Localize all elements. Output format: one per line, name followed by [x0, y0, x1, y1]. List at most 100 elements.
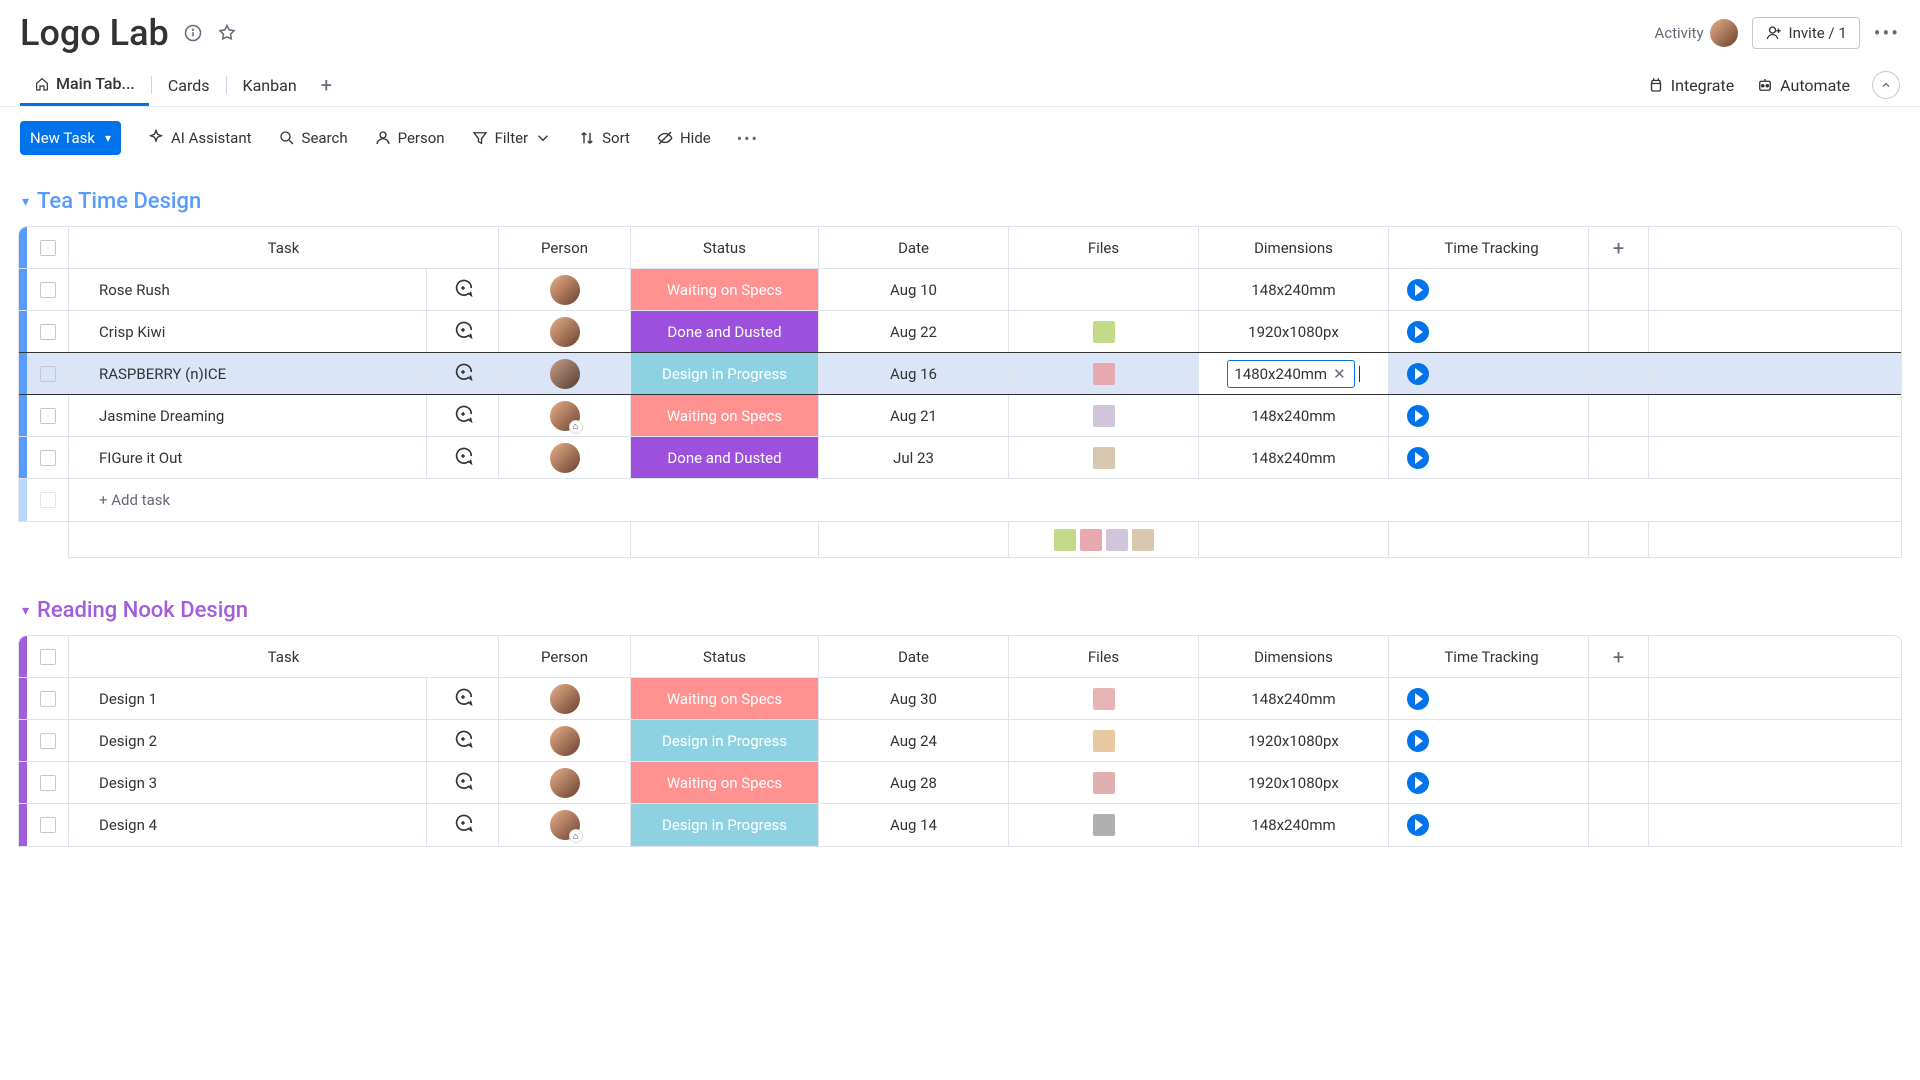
date-cell[interactable]: Aug 30	[819, 678, 1009, 719]
play-button[interactable]	[1407, 363, 1429, 385]
play-button[interactable]	[1407, 447, 1429, 469]
col-status[interactable]: Status	[631, 636, 819, 677]
col-date[interactable]: Date	[819, 227, 1009, 268]
group-header[interactable]: ▾ Tea Time Design	[18, 179, 1902, 226]
date-cell[interactable]: Aug 22	[819, 311, 1009, 352]
dimensions-value[interactable]: 148x240mm	[1251, 690, 1335, 708]
activity-button[interactable]: Activity	[1654, 19, 1737, 47]
date-cell[interactable]: Aug 14	[819, 804, 1009, 846]
open-row-icon[interactable]	[452, 686, 474, 712]
task-name-cell[interactable]: Design 2	[69, 720, 427, 761]
tab-cards[interactable]: Cards	[154, 66, 224, 105]
person-avatar[interactable]	[550, 684, 580, 714]
integrate-button[interactable]: Integrate	[1647, 76, 1734, 95]
add-task-button[interactable]: + Add task	[69, 479, 1901, 521]
file-thumb[interactable]	[1093, 363, 1115, 385]
checkbox-all[interactable]	[40, 649, 56, 665]
tab-main[interactable]: Main Tab...	[20, 64, 149, 106]
search-button[interactable]: Search	[278, 129, 348, 147]
col-dimensions[interactable]: Dimensions	[1199, 636, 1389, 677]
row-checkbox[interactable]	[40, 733, 56, 749]
dimensions-value[interactable]: 148x240mm	[1251, 816, 1335, 834]
date-cell[interactable]: Aug 16	[819, 353, 1009, 394]
checkbox-all[interactable]	[40, 240, 56, 256]
col-files[interactable]: Files	[1009, 636, 1199, 677]
status-badge[interactable]: Design in Progress	[631, 720, 818, 761]
date-cell[interactable]: Aug 21	[819, 395, 1009, 436]
row-checkbox[interactable]	[40, 324, 56, 340]
open-row-icon[interactable]	[452, 361, 474, 387]
dimensions-value[interactable]: 148x240mm	[1251, 407, 1335, 425]
date-cell[interactable]: Aug 28	[819, 762, 1009, 803]
col-dimensions[interactable]: Dimensions	[1199, 227, 1389, 268]
person-avatar[interactable]	[550, 317, 580, 347]
col-status[interactable]: Status	[631, 227, 819, 268]
open-row-icon[interactable]	[452, 812, 474, 838]
row-checkbox[interactable]	[40, 775, 56, 791]
file-thumb[interactable]	[1093, 772, 1115, 794]
row-checkbox[interactable]	[40, 282, 56, 298]
info-icon[interactable]	[183, 23, 203, 43]
date-cell[interactable]: Aug 24	[819, 720, 1009, 761]
col-person[interactable]: Person	[499, 227, 631, 268]
col-tracking[interactable]: Time Tracking	[1389, 227, 1589, 268]
open-row-icon[interactable]	[452, 319, 474, 345]
play-button[interactable]	[1407, 814, 1429, 836]
ai-assistant-button[interactable]: AI Assistant	[147, 129, 252, 147]
person-avatar[interactable]	[550, 359, 580, 389]
person-avatar[interactable]	[550, 443, 580, 473]
dimensions-value[interactable]: 148x240mm	[1251, 449, 1335, 467]
add-column-button[interactable]: +	[1589, 227, 1649, 268]
dimensions-value[interactable]: 1920x1080px	[1248, 774, 1339, 792]
open-row-icon[interactable]	[452, 403, 474, 429]
filter-button[interactable]: Filter	[471, 129, 553, 147]
play-button[interactable]	[1407, 772, 1429, 794]
row-checkbox[interactable]	[40, 408, 56, 424]
group-header[interactable]: ▾ Reading Nook Design	[18, 588, 1902, 635]
star-icon[interactable]	[217, 23, 237, 43]
task-name-cell[interactable]: RASPBERRY (n)ICE	[69, 353, 427, 394]
toolbar-more-icon[interactable]: •••	[737, 129, 759, 148]
task-name-cell[interactable]: FIGure it Out	[69, 437, 427, 478]
invite-button[interactable]: Invite / 1	[1752, 17, 1860, 49]
person-filter-button[interactable]: Person	[374, 129, 445, 147]
status-badge[interactable]: Waiting on Specs	[631, 762, 818, 803]
task-name-cell[interactable]: Rose Rush	[69, 269, 427, 310]
date-cell[interactable]: Jul 23	[819, 437, 1009, 478]
file-thumb[interactable]	[1106, 529, 1128, 551]
open-row-icon[interactable]	[452, 445, 474, 471]
status-badge[interactable]: Done and Dusted	[631, 311, 818, 352]
automate-button[interactable]: Automate	[1756, 76, 1850, 95]
row-checkbox[interactable]	[40, 691, 56, 707]
col-task[interactable]: Task	[69, 636, 499, 677]
file-thumb[interactable]	[1093, 447, 1115, 469]
new-task-button[interactable]: New Task ▾	[20, 121, 121, 155]
task-name-cell[interactable]: Crisp Kiwi	[69, 311, 427, 352]
sort-button[interactable]: Sort	[578, 129, 630, 147]
status-badge[interactable]: Done and Dusted	[631, 437, 818, 478]
person-avatar[interactable]: ⌂	[550, 401, 580, 431]
file-thumb[interactable]	[1093, 688, 1115, 710]
play-button[interactable]	[1407, 688, 1429, 710]
open-row-icon[interactable]	[452, 770, 474, 796]
clear-icon[interactable]: ✕	[1331, 365, 1348, 383]
play-button[interactable]	[1407, 405, 1429, 427]
person-avatar[interactable]: ⌂	[550, 810, 580, 840]
status-badge[interactable]: Waiting on Specs	[631, 395, 818, 436]
dimensions-value[interactable]: 148x240mm	[1251, 281, 1335, 299]
status-badge[interactable]: Waiting on Specs	[631, 269, 818, 310]
row-checkbox[interactable]	[40, 366, 56, 382]
status-badge[interactable]: Design in Progress	[631, 353, 818, 394]
date-cell[interactable]: Aug 10	[819, 269, 1009, 310]
add-column-button[interactable]: +	[1589, 636, 1649, 677]
open-row-icon[interactable]	[452, 277, 474, 303]
file-thumb[interactable]	[1093, 321, 1115, 343]
file-thumb[interactable]	[1093, 730, 1115, 752]
status-badge[interactable]: Design in Progress	[631, 804, 818, 846]
dimensions-value[interactable]: 1920x1080px	[1248, 732, 1339, 750]
person-avatar[interactable]	[550, 726, 580, 756]
col-person[interactable]: Person	[499, 636, 631, 677]
add-tab-button[interactable]: +	[311, 65, 342, 105]
row-checkbox[interactable]	[40, 450, 56, 466]
status-badge[interactable]: Waiting on Specs	[631, 678, 818, 719]
